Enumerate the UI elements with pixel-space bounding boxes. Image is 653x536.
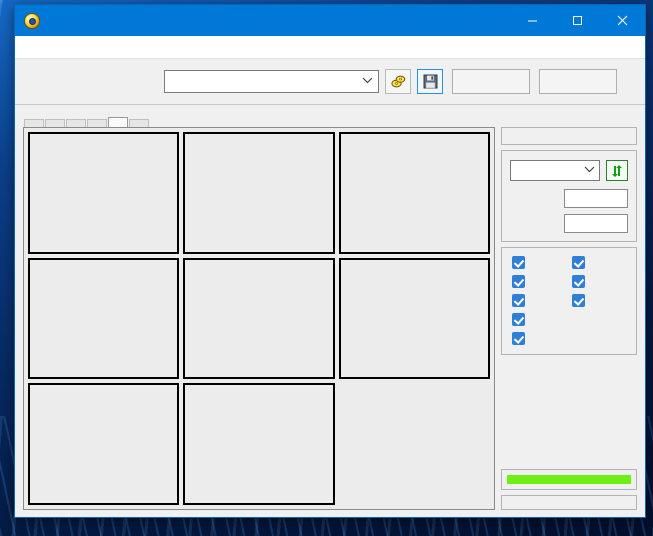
end-field[interactable] [564,214,628,233]
chart-bler [28,383,180,505]
checkbox-e21[interactable] [512,275,568,288]
chevron-down-icon[interactable] [582,165,596,176]
title-bar [15,5,645,36]
chart-e31 [338,132,490,254]
menu-bar [15,36,645,59]
checkbox-e31[interactable] [512,294,568,307]
end-row [510,214,628,233]
disc-info-group [501,127,637,145]
checkbox-spacer-2 [572,332,628,345]
menu-item-run-test[interactable] [41,45,59,49]
checkbox-e12[interactable] [512,313,568,326]
checkbox-icon[interactable] [572,294,585,307]
chart-empty-slot [339,383,490,505]
minimize-button[interactable] [510,5,555,36]
stats-box [501,495,637,510]
checkbox-e32[interactable] [572,256,628,269]
checkbox-icon[interactable] [512,256,525,269]
tab-strip [15,105,645,127]
chart-e22 [183,257,335,380]
speed-row [510,160,628,181]
start-field[interactable] [564,189,628,208]
tab-disc-quality[interactable] [87,119,107,127]
exit-button[interactable] [539,69,617,94]
checkbox-jitter[interactable] [572,294,628,307]
floppy-save-icon [423,74,437,89]
menu-item-help[interactable] [77,45,95,49]
checkbox-bler[interactable] [572,275,628,288]
app-window [14,4,646,518]
refresh-arrows-icon [612,164,622,177]
checkbox-spacer-1 [572,313,628,326]
start-button[interactable] [452,69,530,94]
chart-jitter [183,383,335,505]
tab-disc-info[interactable] [66,119,86,127]
checkbox-e11[interactable] [512,256,568,269]
chart-e21 [183,132,335,254]
checkbox-icon[interactable] [512,275,525,288]
save-button[interactable] [417,69,443,94]
drive-select[interactable] [164,70,379,93]
maximize-button[interactable] [555,5,600,36]
menu-item-file[interactable] [23,45,41,49]
refresh-button[interactable] [606,160,628,181]
class-badge [507,475,631,484]
side-panel [501,127,637,510]
tab-create-disc[interactable] [45,119,65,127]
side-spacer [501,360,637,464]
chart-e11 [28,132,180,254]
speed-select[interactable] [510,160,600,181]
menu-item-extra[interactable] [59,45,77,49]
error-checkbox-group [501,247,637,355]
chart-e12 [28,257,180,380]
start-row [510,189,628,208]
charts-pane [23,127,495,510]
class-box [501,469,637,490]
checkbox-icon[interactable] [512,332,525,345]
tab-advanced-disc-quality[interactable] [108,117,128,127]
disc-icon [24,12,40,29]
nero-logo [26,81,154,82]
checkbox-icon[interactable] [572,256,585,269]
disc-speed-icon [391,75,406,87]
chart-e32 [338,257,490,380]
settings-group [501,150,637,242]
checkbox-icon[interactable] [512,294,525,307]
chevron-down-icon[interactable] [360,76,374,87]
close-button[interactable] [600,5,645,36]
checkbox-icon[interactable] [512,313,525,326]
toolbar [15,59,645,105]
tab-scandisc[interactable] [129,119,149,127]
content-area [15,127,645,517]
checkbox-e22[interactable] [512,332,568,345]
tab-benchmark[interactable] [24,119,44,127]
disc-speed-button[interactable] [385,69,411,94]
checkbox-icon[interactable] [572,275,585,288]
